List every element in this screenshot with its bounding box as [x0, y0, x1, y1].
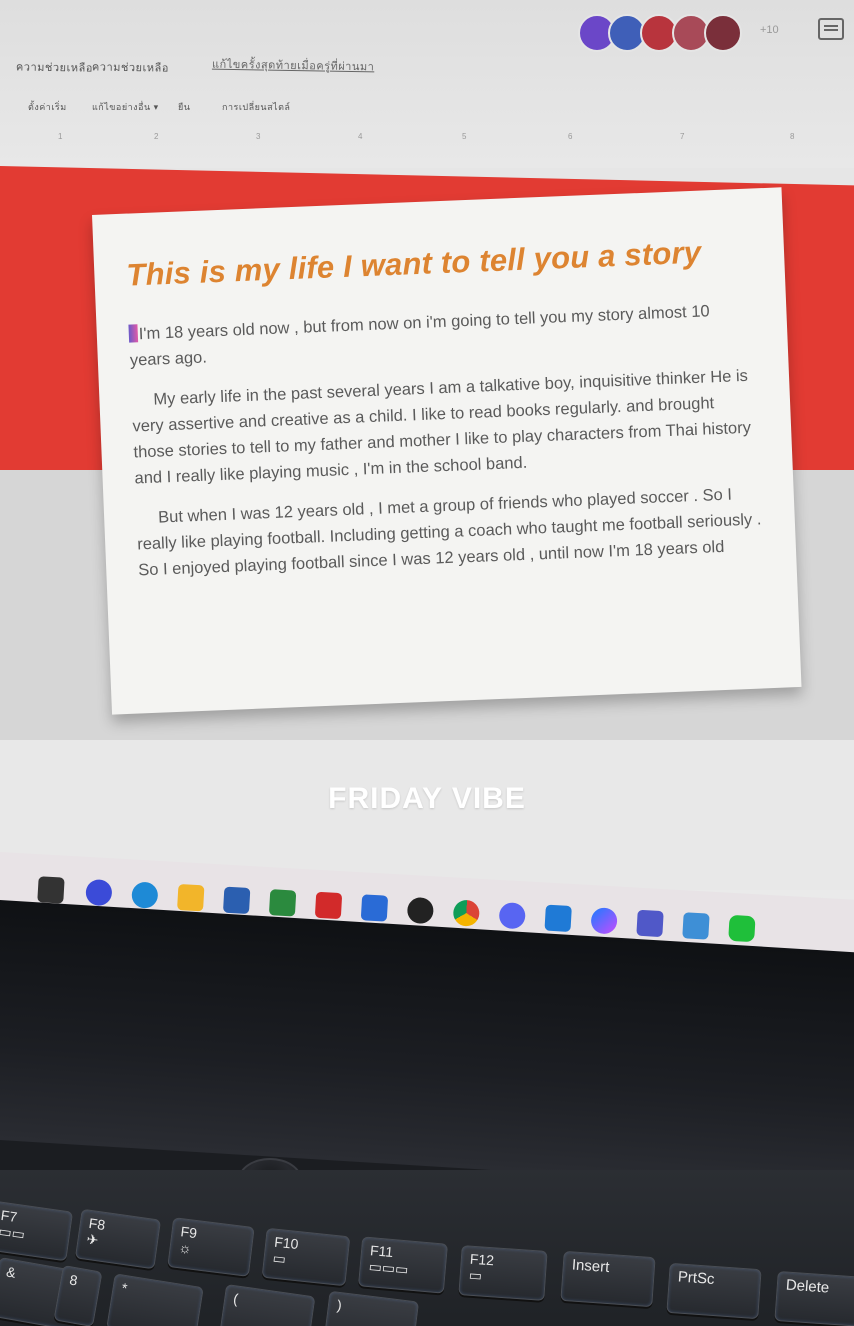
ruler-tick: 4: [358, 132, 363, 141]
zoom-icon[interactable]: [85, 878, 113, 907]
story-sticker-text: FRIDAY VIBE: [328, 782, 526, 815]
key-f7[interactable]: F7 ▭▭: [0, 1200, 74, 1262]
docs-header: ความช่วยเหลือ ความช่วยเหลือ แก้ไขครั้งสุ…: [0, 0, 854, 168]
story-paragraph[interactable]: I'm 18 years old now , but from now on i…: [128, 297, 756, 374]
menu-help[interactable]: ความช่วยเหลือ: [16, 57, 93, 76]
ruler-tick: 2: [154, 132, 159, 141]
keyboard-deck: F7 ▭▭ F8 ✈ F9 ☼ F10 ▭ F11 ▭▭▭ F12 ▭ Insert Prt…: [0, 1170, 854, 1326]
l-app-icon[interactable]: [360, 894, 389, 922]
key-9[interactable]: (: [218, 1284, 316, 1326]
avatar[interactable]: [704, 14, 742, 52]
story-card: This is my life I want to tell you a sto…: [92, 187, 802, 715]
toolbar-item[interactable]: ยืน: [178, 100, 190, 114]
teams-icon[interactable]: [636, 909, 664, 938]
key-f9[interactable]: F9 ☼: [167, 1217, 255, 1277]
messenger-icon[interactable]: [590, 907, 618, 935]
toolbar-item[interactable]: ตั้งค่าเริ่ม: [28, 100, 67, 114]
ruler-tick: 1: [58, 132, 63, 141]
story-title: This is my life I want to tell you a sto…: [125, 234, 702, 293]
chrome-icon[interactable]: [452, 899, 481, 927]
store-icon[interactable]: [222, 886, 251, 914]
discord-icon[interactable]: [498, 901, 526, 930]
ruler-tick: 8: [790, 132, 795, 141]
notepad-icon[interactable]: [682, 912, 710, 940]
ruler: 1 2 3 4 5 6 7 8: [0, 128, 854, 146]
key-f8[interactable]: F8 ✈: [74, 1208, 162, 1270]
key-prtsc[interactable]: PrtSc: [666, 1262, 762, 1320]
menu-help-secondary[interactable]: ความช่วยเหลือ: [92, 57, 169, 76]
key-insert[interactable]: Insert: [560, 1250, 656, 1308]
comment-icon[interactable]: [818, 18, 844, 40]
line-icon[interactable]: [728, 914, 756, 943]
toolbar-item[interactable]: แก้ไขอย่างอื่น ▾: [92, 100, 159, 114]
story-paragraph[interactable]: My early life in the past several years …: [131, 362, 761, 491]
key-f11[interactable]: F11 ▭▭▭: [357, 1236, 449, 1294]
vscode-icon[interactable]: [544, 904, 572, 932]
ruler-tick: 7: [680, 132, 685, 141]
laptop-bezel: [0, 900, 854, 1193]
folder-icon[interactable]: [177, 884, 205, 912]
laptop-screen: ความช่วยเหลือ ความช่วยเหลือ แก้ไขครั้งสุ…: [0, 0, 854, 980]
key-0[interactable]: ): [322, 1290, 420, 1326]
text-cursor-icon: [128, 324, 139, 343]
file-explorer-icon[interactable]: [37, 876, 65, 904]
obs-icon[interactable]: [406, 896, 435, 925]
xbox-icon[interactable]: [268, 889, 297, 917]
edge-icon[interactable]: [131, 881, 159, 909]
key-f10[interactable]: F10 ▭: [261, 1227, 351, 1287]
mcafee-icon[interactable]: [314, 891, 343, 920]
last-edit-link[interactable]: แก้ไขครั้งสุดท้ายเมื่อครู่ที่ผ่านมา: [212, 55, 375, 76]
key-8[interactable]: 8: [53, 1264, 103, 1326]
key-f12[interactable]: F12 ▭: [458, 1245, 548, 1301]
key-star[interactable]: *: [106, 1273, 204, 1326]
story-paragraph[interactable]: But when I was 12 years old , I met a gr…: [136, 480, 765, 583]
ruler-tick: 5: [462, 132, 467, 141]
ruler-tick: 3: [256, 132, 261, 141]
more-collaborators-count[interactable]: +10: [760, 24, 779, 36]
ruler-tick: 6: [568, 132, 573, 141]
toolbar-item[interactable]: การเปลี่ยนสไตล์: [222, 100, 290, 114]
key-delete[interactable]: Delete: [774, 1270, 854, 1326]
